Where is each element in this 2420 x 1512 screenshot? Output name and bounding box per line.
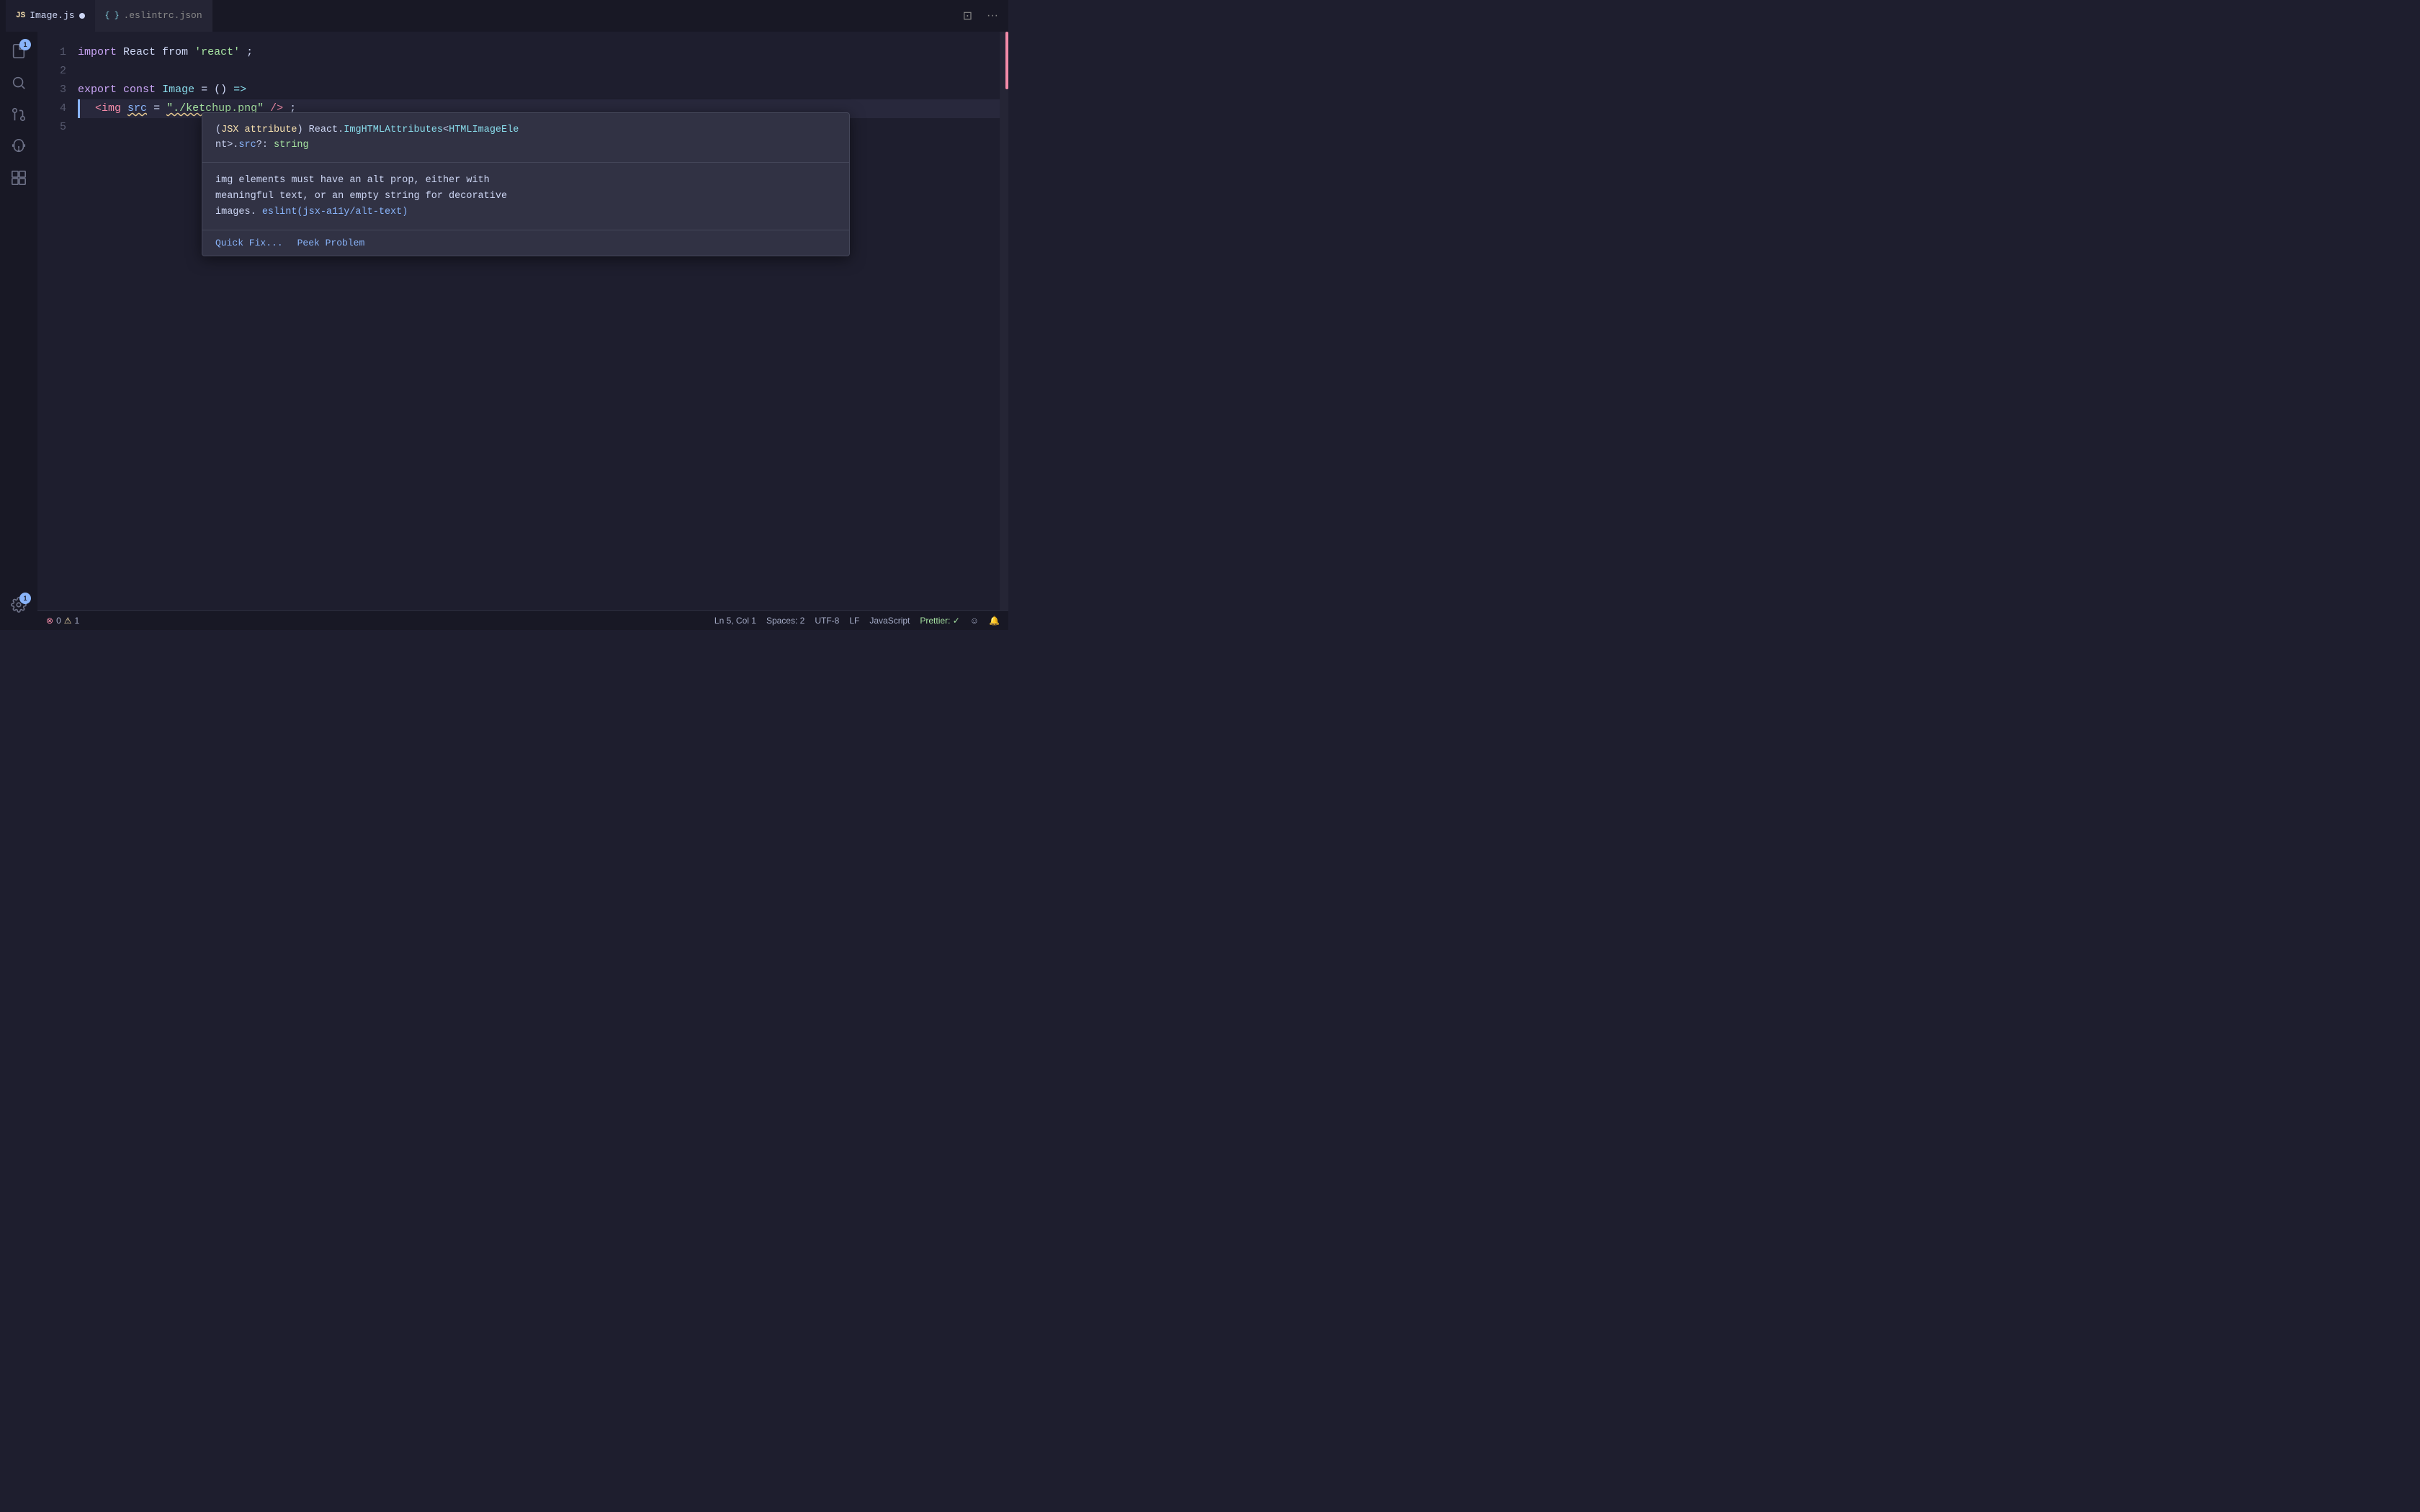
main-layout: 1	[0, 32, 1008, 630]
files-badge: 1	[19, 39, 31, 50]
line-num-5: 5	[37, 118, 66, 137]
keyword-const: const	[123, 84, 156, 96]
jsx-attr-src: src	[127, 102, 147, 114]
line-num-2: 2	[37, 62, 66, 81]
warning-icon: ⚠	[64, 616, 72, 626]
tab-bar: JS Image.js { } .eslintrc.json ⊡ ···	[0, 0, 1008, 32]
tab-image-js[interactable]: JS Image.js	[6, 0, 95, 32]
more-actions-button[interactable]: ···	[982, 6, 1003, 25]
settings-badge: 1	[19, 593, 31, 604]
keyword-import: import	[78, 46, 117, 58]
error-count: 0	[56, 616, 61, 626]
activity-search-icon[interactable]	[5, 69, 32, 96]
arrow: =>	[233, 84, 246, 96]
jsx-tag-open: <img	[95, 102, 121, 114]
peek-problem-button[interactable]: Peek Problem	[297, 238, 365, 248]
activity-bar: 1	[0, 32, 37, 630]
scrollbar-thumb	[1005, 32, 1008, 89]
status-bell[interactable]: 🔔	[989, 616, 1000, 626]
status-position[interactable]: Ln 5, Col 1	[714, 616, 756, 626]
component-name: Image	[162, 84, 194, 96]
eslint-ref: eslint(jsx-a11y/alt-text)	[262, 207, 408, 217]
line-numbers: 1 2 3 4 5	[37, 32, 72, 610]
activity-files-icon[interactable]: 1	[5, 37, 32, 65]
eol-text: LF	[849, 616, 859, 626]
tab-eslintrc-label: .eslintrc.json	[123, 10, 202, 21]
split-editor-button[interactable]: ⊡	[959, 6, 977, 26]
status-bar: ⊗ 0 ⚠ 1 Ln 5, Col 1 Spaces: 2 UTF-8 LF	[37, 610, 1008, 630]
language-text: JavaScript	[869, 616, 910, 626]
tabs-container: JS Image.js { } .eslintrc.json	[6, 0, 212, 32]
activity-settings-icon[interactable]: 1	[5, 591, 32, 618]
tooltip-type-section: (JSX attribute) React.ImgHTMLAttributes<…	[202, 113, 849, 163]
editor-area: 1 2 3 4 5 import React from 'react' ;	[37, 32, 1008, 630]
quick-fix-button[interactable]: Quick Fix...	[215, 238, 283, 248]
status-spaces[interactable]: Spaces: 2	[766, 616, 805, 626]
bell-icon: 🔔	[989, 616, 1000, 626]
error-icon: ⊗	[46, 616, 53, 626]
encoding-text: UTF-8	[815, 616, 839, 626]
code-line-1: import React from 'react' ;	[78, 43, 1000, 62]
prettier-text: Prettier: ✓	[920, 616, 959, 626]
position-text: Ln 5, Col 1	[714, 616, 756, 626]
scrollbar[interactable]	[1000, 32, 1008, 610]
activity-extensions-icon[interactable]	[5, 164, 32, 192]
code-content[interactable]: import React from 'react' ; export const…	[72, 32, 1000, 610]
tab-eslintrc-json[interactable]: { } .eslintrc.json	[95, 0, 212, 32]
js-icon: JS	[16, 12, 25, 20]
active-line-decoration	[78, 99, 80, 118]
status-errors[interactable]: ⊗ 0 ⚠ 1	[46, 616, 79, 626]
line-num-3: 3	[37, 81, 66, 99]
status-prettier[interactable]: Prettier: ✓	[920, 616, 959, 626]
activity-git-icon[interactable]	[5, 101, 32, 128]
json-icon: { }	[105, 12, 120, 20]
code-line-3: export const Image = () =>	[78, 81, 1000, 99]
status-left: ⊗ 0 ⚠ 1	[46, 616, 79, 626]
line-num-4: 4	[37, 99, 66, 118]
activity-bar-top: 1	[5, 37, 32, 192]
tab-image-js-label: Image.js	[30, 10, 74, 21]
tooltip-actions: Quick Fix... Peek Problem	[202, 230, 849, 256]
tab-bar-actions: ⊡ ···	[959, 6, 1003, 26]
tooltip-error-section: img elements must have an alt prop, eith…	[202, 163, 849, 230]
line-num-1: 1	[37, 43, 66, 62]
modified-dot	[79, 13, 85, 19]
smiley-icon: ☺	[970, 616, 979, 626]
spaces-text: Spaces: 2	[766, 616, 805, 626]
status-right: Ln 5, Col 1 Spaces: 2 UTF-8 LF JavaScrip…	[714, 616, 1000, 626]
keyword-from: from	[162, 46, 188, 58]
activity-debug-icon[interactable]	[5, 132, 32, 160]
keyword-export: export	[78, 84, 117, 96]
status-language[interactable]: JavaScript	[869, 616, 910, 626]
status-smiley[interactable]: ☺	[970, 616, 979, 626]
code-container[interactable]: 1 2 3 4 5 import React from 'react' ;	[37, 32, 1008, 610]
code-line-2	[78, 62, 1000, 81]
tooltip-popup: (JSX attribute) React.ImgHTMLAttributes<…	[202, 112, 850, 256]
warning-count: 1	[75, 616, 80, 626]
activity-bar-bottom: 1	[5, 591, 32, 624]
status-encoding[interactable]: UTF-8	[815, 616, 839, 626]
status-eol[interactable]: LF	[849, 616, 859, 626]
string-react: 'react'	[194, 46, 240, 58]
